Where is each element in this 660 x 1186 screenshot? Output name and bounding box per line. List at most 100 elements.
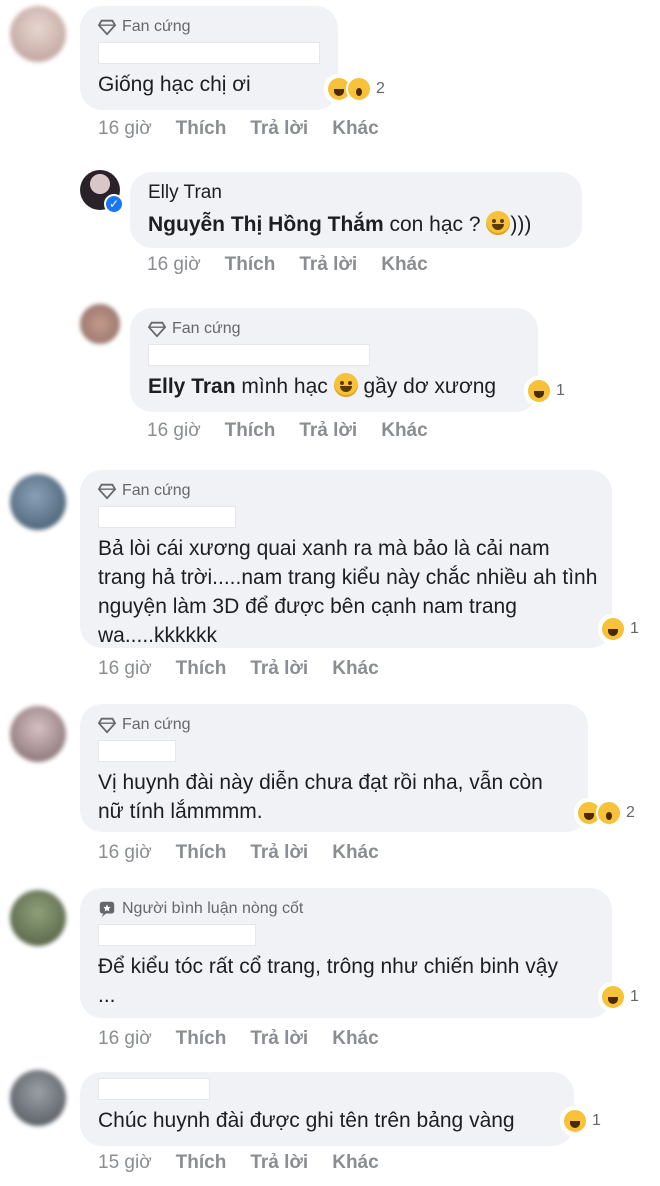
fan-badge[interactable]: Fan cứng xyxy=(148,318,520,340)
core-commenter-badge[interactable]: Người bình luận nòng cốt xyxy=(98,898,594,920)
comment-text: Bả lòi cái xương quai xanh ra mà bảo là … xyxy=(98,537,598,647)
author-name[interactable]: Elly Tran xyxy=(148,182,564,204)
timestamp[interactable]: 16 giờ xyxy=(147,420,201,442)
timestamp[interactable]: 16 giờ xyxy=(98,658,152,680)
redacted-author[interactable] xyxy=(98,924,256,946)
more-button[interactable]: Khác xyxy=(332,1028,378,1050)
comment-text: mình hạc xyxy=(235,375,334,398)
comment-bubble: Fan cứng Bả lòi cái xương quai xanh ra m… xyxy=(80,470,612,648)
avatar[interactable] xyxy=(10,890,66,946)
reaction-summary[interactable]: 1 xyxy=(598,614,643,644)
comment-bubble: Elly Tran Nguyễn Thị Hồng Thắm con hạc ?… xyxy=(130,172,582,248)
more-button[interactable]: Khác xyxy=(332,118,378,140)
fan-badge[interactable]: Fan cứng xyxy=(98,714,570,736)
like-button[interactable]: Thích xyxy=(176,658,227,680)
avatar[interactable] xyxy=(10,6,66,62)
haha-icon xyxy=(600,984,626,1010)
wow-icon xyxy=(346,76,372,102)
badge-label: Fan cứng xyxy=(122,716,191,733)
reaction-count: 2 xyxy=(376,80,385,97)
haha-icon xyxy=(562,1108,588,1134)
haha-icon xyxy=(526,378,552,404)
more-button[interactable]: Khác xyxy=(332,658,378,680)
diamond-icon xyxy=(98,483,116,500)
grin-emoji-icon xyxy=(333,373,358,397)
redacted-author[interactable] xyxy=(98,1078,210,1100)
mention-link[interactable]: Elly Tran xyxy=(148,375,236,398)
comment-text: Để kiểu tóc rất cổ trang, trông như chiế… xyxy=(98,955,558,1007)
avatar[interactable] xyxy=(10,474,66,530)
mention-link[interactable]: Nguyễn Thị Hồng Thắm xyxy=(148,213,384,236)
chat-star-icon xyxy=(99,901,115,918)
reaction-summary[interactable]: 1 xyxy=(560,1106,605,1136)
like-button[interactable]: Thích xyxy=(225,254,276,276)
comment-text: Vị huynh đài này diễn chưa đạt rồi nha, … xyxy=(98,771,543,823)
badge-label: Fan cứng xyxy=(122,482,191,499)
redacted-author[interactable] xyxy=(98,42,320,64)
timestamp[interactable]: 16 giờ xyxy=(98,1028,152,1050)
redacted-author[interactable] xyxy=(98,506,236,528)
timestamp[interactable]: 16 giờ xyxy=(98,842,152,864)
more-button[interactable]: Khác xyxy=(381,420,427,442)
comment-actions: 15 giờ Thích Trả lời Khác xyxy=(98,1152,379,1174)
comment-text: con hạc ? xyxy=(383,213,487,236)
comment-actions: 16 giờ Thích Trả lời Khác xyxy=(147,420,428,442)
badge-label: Fan cứng xyxy=(122,18,191,35)
reply-button[interactable]: Trả lời xyxy=(250,118,308,140)
more-button[interactable]: Khác xyxy=(381,254,427,276)
reaction-count: 1 xyxy=(630,620,639,637)
badge-label: Người bình luận nòng cốt xyxy=(122,900,304,917)
like-button[interactable]: Thích xyxy=(176,1152,227,1174)
verified-icon: ✓ xyxy=(104,194,124,214)
comment-text: Chúc huynh đài được ghi tên trên bảng và… xyxy=(98,1109,515,1132)
comment-bubble: Fan cứng Vị huynh đài này diễn chưa đạt … xyxy=(80,704,588,832)
reply-button[interactable]: Trả lời xyxy=(299,254,357,276)
reply-button[interactable]: Trả lời xyxy=(250,658,308,680)
comment-suffix: ))) xyxy=(510,213,532,236)
redacted-author[interactable] xyxy=(148,344,370,366)
diamond-icon xyxy=(98,717,116,734)
diamond-icon xyxy=(98,19,116,36)
comment-text: Giống hạc chị ơi xyxy=(98,73,251,96)
comment-bubble: Chúc huynh đài được ghi tên trên bảng và… xyxy=(80,1072,574,1146)
comment-bubble: Fan cứng Elly Tran mình hạc gầy dơ xương xyxy=(130,308,538,412)
wow-icon xyxy=(596,800,622,826)
comment-actions: 16 giờ Thích Trả lời Khác xyxy=(98,842,379,864)
comment-actions: 16 giờ Thích Trả lời Khác xyxy=(147,254,428,276)
reaction-summary[interactable]: 1 xyxy=(524,376,569,406)
reaction-count: 2 xyxy=(626,804,635,821)
reply-button[interactable]: Trả lời xyxy=(250,1028,308,1050)
reaction-count: 1 xyxy=(592,1112,601,1129)
comment-actions: 16 giờ Thích Trả lời Khác xyxy=(98,118,379,140)
like-button[interactable]: Thích xyxy=(176,1028,227,1050)
badge-label: Fan cứng xyxy=(172,320,241,337)
reaction-count: 1 xyxy=(556,382,565,399)
like-button[interactable]: Thích xyxy=(176,842,227,864)
reaction-count: 1 xyxy=(630,988,639,1005)
comment-actions: 16 giờ Thích Trả lời Khác xyxy=(98,658,379,680)
avatar[interactable] xyxy=(80,304,120,344)
timestamp[interactable]: 16 giờ xyxy=(147,254,201,276)
reaction-summary[interactable]: 1 xyxy=(598,982,643,1012)
comment-actions: 16 giờ Thích Trả lời Khác xyxy=(98,1028,379,1050)
reply-button[interactable]: Trả lời xyxy=(299,420,357,442)
wink-emoji-icon xyxy=(486,211,511,235)
comment-text-end: gầy dơ xương xyxy=(357,375,497,398)
like-button[interactable]: Thích xyxy=(176,118,227,140)
comment-bubble: Người bình luận nòng cốt Để kiểu tóc rất… xyxy=(80,888,612,1018)
comment-bubble: Fan cứng Giống hạc chị ơi xyxy=(80,6,338,110)
like-button[interactable]: Thích xyxy=(225,420,276,442)
fan-badge[interactable]: Fan cứng xyxy=(98,16,320,38)
redacted-author[interactable] xyxy=(98,740,176,762)
reaction-summary[interactable]: 2 xyxy=(574,798,639,828)
fan-badge[interactable]: Fan cứng xyxy=(98,480,594,502)
timestamp[interactable]: 15 giờ xyxy=(98,1152,152,1174)
reaction-summary[interactable]: 2 xyxy=(324,74,389,104)
more-button[interactable]: Khác xyxy=(332,842,378,864)
reply-button[interactable]: Trả lời xyxy=(250,1152,308,1174)
reply-button[interactable]: Trả lời xyxy=(250,842,308,864)
avatar[interactable] xyxy=(10,706,66,762)
avatar[interactable] xyxy=(10,1070,66,1126)
timestamp[interactable]: 16 giờ xyxy=(98,118,152,140)
more-button[interactable]: Khác xyxy=(332,1152,378,1174)
